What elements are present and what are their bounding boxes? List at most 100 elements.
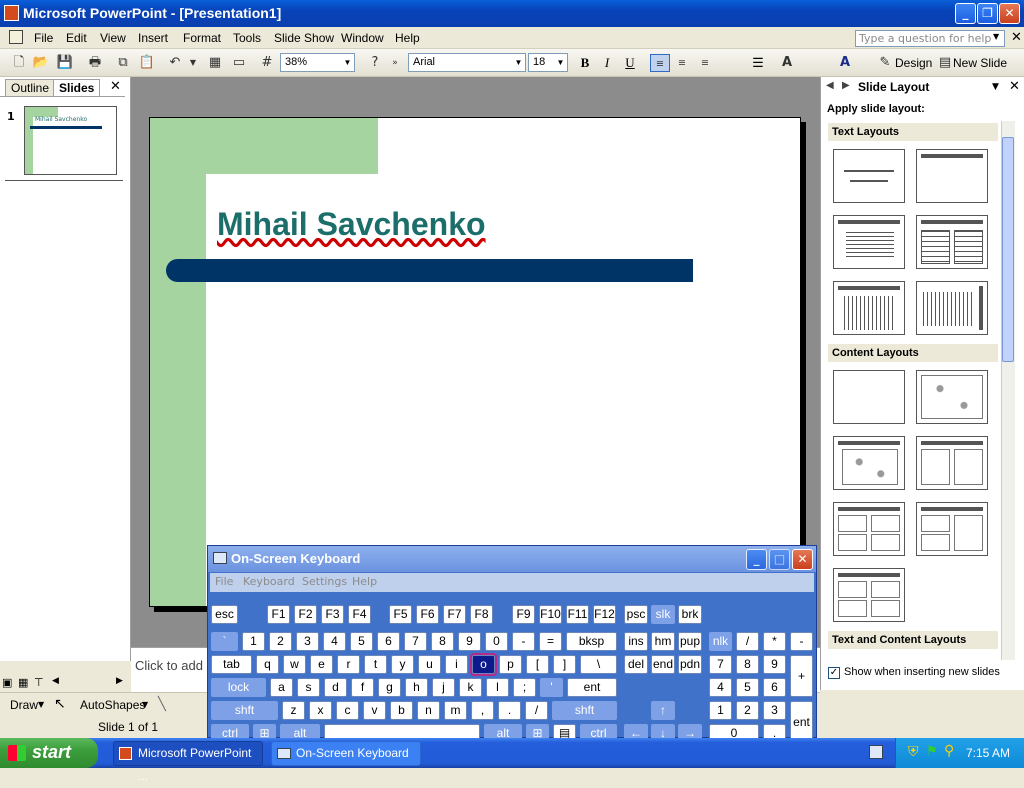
menu-tools[interactable]: Tools bbox=[233, 31, 261, 45]
osk-key-45[interactable]: i bbox=[445, 655, 468, 674]
paste-icon[interactable]: 📋 bbox=[138, 54, 156, 72]
osk-key-78[interactable]: v bbox=[363, 701, 386, 720]
osk-menu-settings[interactable]: Settings bbox=[302, 575, 347, 588]
osk-key-48[interactable]: [ bbox=[526, 655, 549, 674]
osk-key-81[interactable]: m bbox=[444, 701, 467, 720]
layout-vertical-text[interactable] bbox=[833, 281, 905, 335]
osk-key-62[interactable]: g bbox=[378, 678, 401, 697]
copy-icon[interactable]: ⧉ bbox=[114, 54, 132, 72]
osk-key-64[interactable]: j bbox=[432, 678, 455, 697]
osk-key-50[interactable]: \ bbox=[580, 655, 617, 674]
osk-key-21[interactable]: 5 bbox=[350, 632, 373, 651]
design-button[interactable]: Design bbox=[895, 56, 932, 70]
osk-close-button[interactable]: ✕ bbox=[792, 549, 813, 570]
osk-key-80[interactable]: n bbox=[417, 701, 440, 720]
osk-key-85[interactable]: shft bbox=[552, 701, 617, 720]
menu-insert[interactable]: Insert bbox=[138, 31, 168, 45]
osk-key-65[interactable]: k bbox=[459, 678, 482, 697]
menu-window[interactable]: Window bbox=[341, 31, 384, 45]
bullets-icon[interactable]: ☰ bbox=[748, 54, 768, 72]
task-pane-dropdown-icon[interactable]: ▼ bbox=[992, 82, 999, 92]
osk-key-77[interactable]: c bbox=[336, 701, 359, 720]
osk-key-31[interactable]: hm bbox=[651, 632, 675, 651]
show-checkbox[interactable]: ✓ bbox=[828, 667, 840, 679]
osk-key-0[interactable]: esc bbox=[211, 605, 238, 624]
layout-two-column[interactable] bbox=[916, 215, 988, 269]
scrollbar-thumb[interactable] bbox=[1002, 137, 1014, 362]
table-icon[interactable]: ▭ bbox=[230, 54, 248, 72]
osk-key-86[interactable]: ↑ bbox=[651, 701, 675, 720]
hscroll-right-icon[interactable]: ▶ bbox=[116, 676, 123, 686]
menu-edit[interactable]: Edit bbox=[66, 31, 87, 45]
bold-button[interactable]: B bbox=[575, 54, 595, 72]
select-arrow-icon[interactable]: ↖ bbox=[54, 696, 66, 712]
osk-key-60[interactable]: d bbox=[324, 678, 347, 697]
new-slide-button[interactable]: New Slide bbox=[953, 56, 1007, 70]
osk-key-79[interactable]: b bbox=[390, 701, 413, 720]
osk-key-69[interactable]: ent bbox=[567, 678, 617, 697]
layout-title-content[interactable] bbox=[833, 436, 905, 490]
osk-key-12[interactable]: F12 bbox=[593, 605, 616, 624]
osk-key-38[interactable]: q bbox=[256, 655, 279, 674]
layout-content[interactable] bbox=[916, 370, 988, 424]
osk-key-54[interactable]: 7 bbox=[709, 655, 732, 674]
osk-key-15[interactable]: brk bbox=[678, 605, 702, 624]
font-size-box[interactable]: 18 ▼ bbox=[528, 53, 568, 72]
minimize-button[interactable]: _ bbox=[955, 3, 976, 24]
osk-key-13[interactable]: psc bbox=[624, 605, 648, 624]
osk-key-1[interactable]: F1 bbox=[267, 605, 290, 624]
maximize-button[interactable]: ❐ bbox=[977, 3, 998, 24]
close-button[interactable]: ✕ bbox=[999, 3, 1020, 24]
osk-key-26[interactable]: 0 bbox=[485, 632, 508, 651]
osk-menu-keyboard[interactable]: Keyboard bbox=[243, 575, 295, 588]
osk-key-28[interactable]: = bbox=[539, 632, 562, 651]
osk-key-40[interactable]: e bbox=[310, 655, 333, 674]
font-box[interactable]: Arial ▼ bbox=[408, 53, 526, 72]
layout-title-only[interactable] bbox=[916, 149, 988, 203]
osk-key-3[interactable]: F3 bbox=[321, 605, 344, 624]
pane-close-icon[interactable]: ✕ bbox=[110, 79, 121, 94]
osk-key-10[interactable]: F10 bbox=[539, 605, 562, 624]
undo-icon[interactable]: ↶ bbox=[166, 54, 184, 72]
line-icon[interactable]: ╲ bbox=[158, 697, 166, 712]
osk-key-23[interactable]: 7 bbox=[404, 632, 427, 651]
layout-vertical-title-text[interactable] bbox=[916, 281, 988, 335]
task-pane-close-icon[interactable]: ✕ bbox=[1009, 79, 1020, 94]
osk-key-83[interactable]: . bbox=[498, 701, 521, 720]
osk-key-90[interactable]: ent bbox=[790, 701, 813, 743]
align-left-icon[interactable]: ≡ bbox=[650, 54, 670, 72]
align-center-icon[interactable]: ≡ bbox=[672, 54, 692, 72]
osk-key-72[interactable]: 6 bbox=[763, 678, 786, 697]
osk-key-59[interactable]: s bbox=[297, 678, 320, 697]
osk-key-41[interactable]: r bbox=[337, 655, 360, 674]
chart-icon[interactable]: ▦ bbox=[206, 54, 224, 72]
toolbar-more-icon[interactable]: » bbox=[386, 54, 404, 72]
autoshapes-dropdown-icon[interactable]: ▼ bbox=[142, 700, 148, 709]
align-right-icon[interactable]: ≡ bbox=[695, 54, 715, 72]
osk-key-29[interactable]: bksp bbox=[566, 632, 617, 651]
osk-key-30[interactable]: ins bbox=[624, 632, 648, 651]
increase-font-icon[interactable]: A bbox=[778, 54, 796, 72]
draw-dropdown-icon[interactable]: ▼ bbox=[38, 700, 44, 709]
font-dropdown-icon[interactable]: ▼ bbox=[513, 55, 524, 70]
start-button[interactable]: start bbox=[0, 738, 98, 768]
print-icon[interactable]: 🖶 bbox=[86, 54, 104, 72]
ask-dropdown-icon[interactable]: ▼ bbox=[993, 32, 999, 41]
layout-title-text[interactable] bbox=[833, 215, 905, 269]
osk-key-4[interactable]: F4 bbox=[348, 605, 371, 624]
menu-format[interactable]: Format bbox=[183, 31, 221, 45]
osk-key-7[interactable]: F7 bbox=[443, 605, 466, 624]
sorter-view-icon[interactable]: ▦ bbox=[18, 676, 28, 689]
hscroll-left-icon[interactable]: ◀ bbox=[52, 676, 59, 686]
layout-title-content-2-alt[interactable] bbox=[916, 502, 988, 556]
osk-key-27[interactable]: - bbox=[512, 632, 535, 651]
osk-key-88[interactable]: 2 bbox=[736, 701, 759, 720]
slideshow-view-icon[interactable]: ⊤ bbox=[34, 676, 44, 689]
osk-key-49[interactable]: ] bbox=[553, 655, 576, 674]
osk-key-66[interactable]: l bbox=[486, 678, 509, 697]
osk-key-57[interactable]: lock bbox=[211, 678, 266, 697]
layout-title-slide[interactable] bbox=[833, 149, 905, 203]
osk-key-43[interactable]: y bbox=[391, 655, 414, 674]
new-slide-icon[interactable]: ▤ bbox=[936, 54, 954, 72]
osk-menu-help[interactable]: Help bbox=[352, 575, 377, 588]
